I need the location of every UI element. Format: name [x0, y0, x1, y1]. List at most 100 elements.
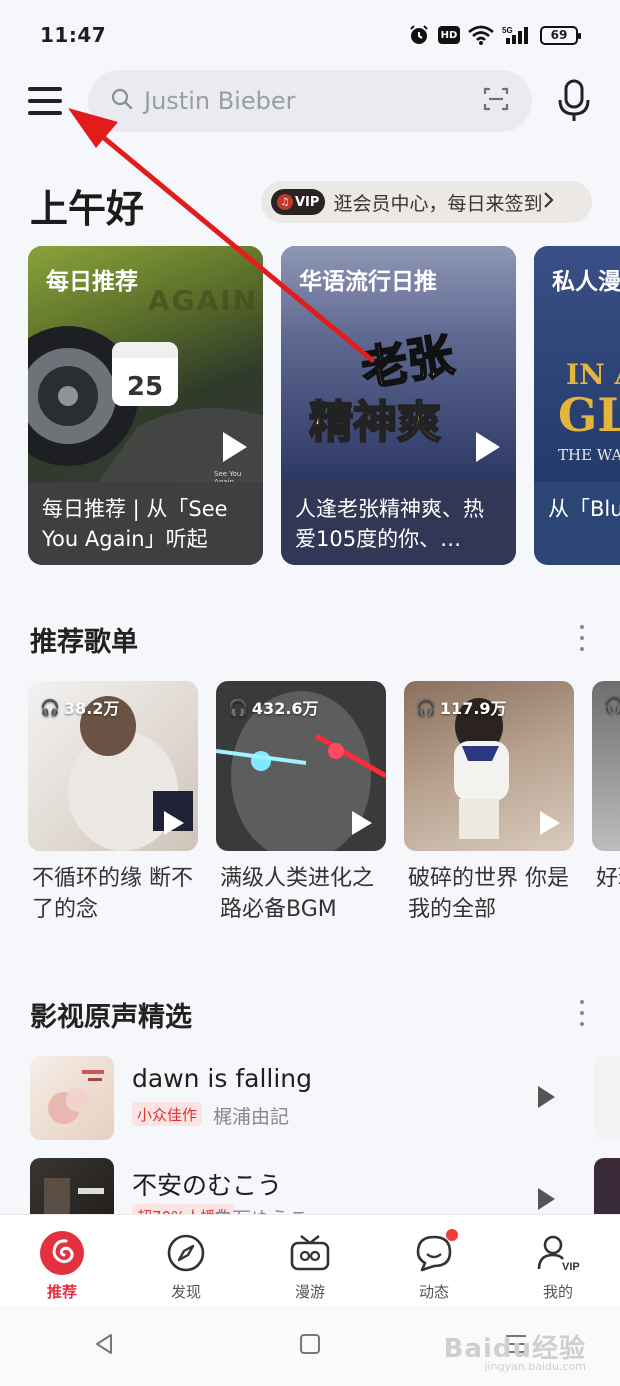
search-icon — [110, 87, 134, 115]
calendar-date: 25 — [126, 372, 164, 402]
card-title: 私人漫 — [552, 269, 620, 295]
playlist-cover: 🎧 — [592, 681, 620, 851]
vip-banner-text: 逛会员中心，每日来签到 — [333, 192, 543, 215]
section-title-soundtracks: 影视原声精选 — [30, 1002, 192, 1033]
more-options-icon[interactable] — [580, 625, 586, 651]
play-icon[interactable] — [223, 432, 247, 462]
vip-badge-label: VIP — [295, 194, 320, 210]
hd-icon: HD — [438, 26, 460, 44]
play-icon[interactable] — [352, 811, 372, 835]
daily-card[interactable]: 老张 精神爽 华语流行日推 人逢老张精神爽、热爱105度的你、… — [281, 246, 516, 565]
playlist-name: 满级人类进化之路必备BGM — [220, 866, 375, 922]
play-icon[interactable] — [476, 432, 500, 462]
home-square-icon[interactable] — [299, 1333, 321, 1359]
nav-label: 动态 — [418, 1283, 449, 1301]
card-description: 每日推荐 | 从「See You Again」听起 — [28, 482, 263, 565]
calendar-icon: 25 — [112, 342, 178, 406]
playlist-carousel: 🎧 38.2万 不循环的缘 断不了的念 🎧 432.6万 满级人类进化之路必备BGM… — [28, 681, 620, 931]
playlist-name: 好环 — [596, 866, 620, 891]
nav-item-mine[interactable]: VIP 我的 — [496, 1215, 620, 1306]
card-art-text: THE WAS — [558, 446, 620, 464]
battery-icon: 69 — [540, 25, 581, 45]
play-icon[interactable] — [538, 1086, 555, 1108]
playlist-card[interactable]: 🎧 432.6万 满级人类进化之路必备BGM — [216, 681, 386, 925]
playlist-name: 破碎的世界 你是我的全部 — [408, 866, 569, 922]
chevron-right-icon — [542, 191, 555, 213]
scan-icon[interactable] — [482, 85, 510, 117]
back-triangle-icon[interactable] — [92, 1332, 116, 1360]
status-bar: 11:47 HD 5G 69 — [0, 0, 620, 70]
play-icon[interactable] — [540, 811, 560, 835]
netease-logo-icon — [40, 1231, 84, 1275]
next-column-cover — [594, 1158, 620, 1214]
section-title-playlists: 推荐歌单 — [30, 627, 138, 658]
playlist-card[interactable]: 🎧 38.2万 不循环的缘 断不了的念 — [28, 681, 198, 925]
bottom-navigation: 推荐 发现 漫游 动态 VIP 我的 — [0, 1214, 620, 1306]
status-time: 11:47 — [40, 23, 107, 47]
card-art-text: IN A — [566, 358, 620, 391]
playlist-name: 不循环的缘 断不了的念 — [32, 866, 193, 922]
nav-label: 发现 — [170, 1283, 201, 1301]
network-label: 5G — [502, 26, 513, 35]
header: Justin Bieber — [0, 70, 620, 132]
daily-card[interactable]: IN A GL THE WAS 私人漫 从「Blu Saga」 — [534, 246, 620, 565]
watermark-url: jingyan.baidu.com — [484, 1360, 586, 1373]
card-description: 人逢老张精神爽、热爱105度的你、… — [281, 482, 516, 565]
play-icon[interactable] — [164, 811, 184, 835]
nav-item-discover[interactable]: 发现 — [124, 1215, 248, 1306]
vip-logo-icon: ♫ — [277, 194, 293, 210]
search-input[interactable]: Justin Bieber — [144, 87, 482, 115]
nav-label: 我的 — [542, 1283, 573, 1301]
headphones-icon: 🎧 — [604, 695, 620, 714]
daily-card[interactable]: AGAIN See You Again 25 每日推荐 每日推荐 | 从「See… — [28, 246, 263, 565]
menu-button[interactable] — [26, 82, 64, 120]
nav-item-recommend[interactable]: 推荐 — [0, 1215, 124, 1306]
card-art-text: GL — [558, 388, 620, 442]
wifi-icon — [468, 25, 494, 45]
card-title: 每日推荐 — [46, 269, 138, 295]
microphone-icon[interactable] — [556, 78, 592, 124]
card-art-text: AGAIN — [148, 284, 259, 317]
play-count-value: 432.6万 — [251, 699, 319, 718]
playlist-card[interactable]: 🎧 好环 — [592, 681, 620, 894]
user-vip-icon: VIP — [536, 1231, 580, 1275]
nav-label: 漫游 — [294, 1283, 325, 1301]
card-art-text: 精神爽 — [308, 396, 442, 449]
greeting-title: 上午好 — [30, 187, 145, 231]
play-count: 🎧 117.9万 — [416, 695, 507, 719]
playlist-card[interactable]: 🎧 117.9万 破碎的世界 你是我的全部 — [404, 681, 574, 925]
next-column-cover — [594, 1056, 620, 1140]
nav-item-roam[interactable]: 漫游 — [248, 1215, 372, 1306]
vip-center-banner[interactable]: ♫ VIP 逛会员中心，每日来签到 — [261, 181, 592, 223]
playlist-cover: 🎧 432.6万 — [216, 681, 386, 851]
vip-badge: ♫ VIP — [271, 189, 326, 215]
menu-line-icon — [28, 111, 62, 115]
nav-item-feed[interactable]: 动态 — [372, 1215, 496, 1306]
search-bar[interactable]: Justin Bieber — [88, 70, 532, 132]
daily-recommend-carousel: AGAIN See You Again 25 每日推荐 每日推荐 | 从「See… — [28, 246, 620, 566]
menu-line-icon — [28, 99, 62, 103]
play-icon[interactable] — [538, 1188, 555, 1210]
song-artist: 梶浦由記 — [213, 1106, 290, 1128]
card-title: 华语流行日推 — [299, 269, 437, 295]
song-cover — [30, 1056, 114, 1140]
play-count-value: 38.2万 — [63, 699, 120, 718]
playlist-cover: 🎧 38.2万 — [28, 681, 198, 851]
more-options-icon[interactable] — [580, 1000, 586, 1026]
card-description: 从「Blu Saga」 — [534, 482, 620, 565]
song-title: 不安のむこう — [132, 1171, 283, 1200]
play-count: 🎧 432.6万 — [228, 695, 319, 719]
headphones-icon: 🎧 — [40, 697, 60, 717]
menu-line-icon — [28, 87, 62, 91]
radio-icon — [288, 1231, 332, 1275]
play-count: 🎧 — [604, 695, 620, 714]
play-count: 🎧 38.2万 — [40, 695, 119, 719]
signal-icon: 5G — [502, 25, 532, 45]
song-title: dawn is falling — [132, 1064, 313, 1093]
svg-text:VIP: VIP — [562, 1261, 580, 1273]
headphones-icon: 🎧 — [416, 697, 436, 717]
notification-dot — [446, 1229, 458, 1241]
playlist-cover: 🎧 117.9万 — [404, 681, 574, 851]
headphones-icon: 🎧 — [228, 697, 248, 717]
song-row[interactable]: dawn is falling 小众佳作 梶浦由記 — [30, 1056, 590, 1142]
